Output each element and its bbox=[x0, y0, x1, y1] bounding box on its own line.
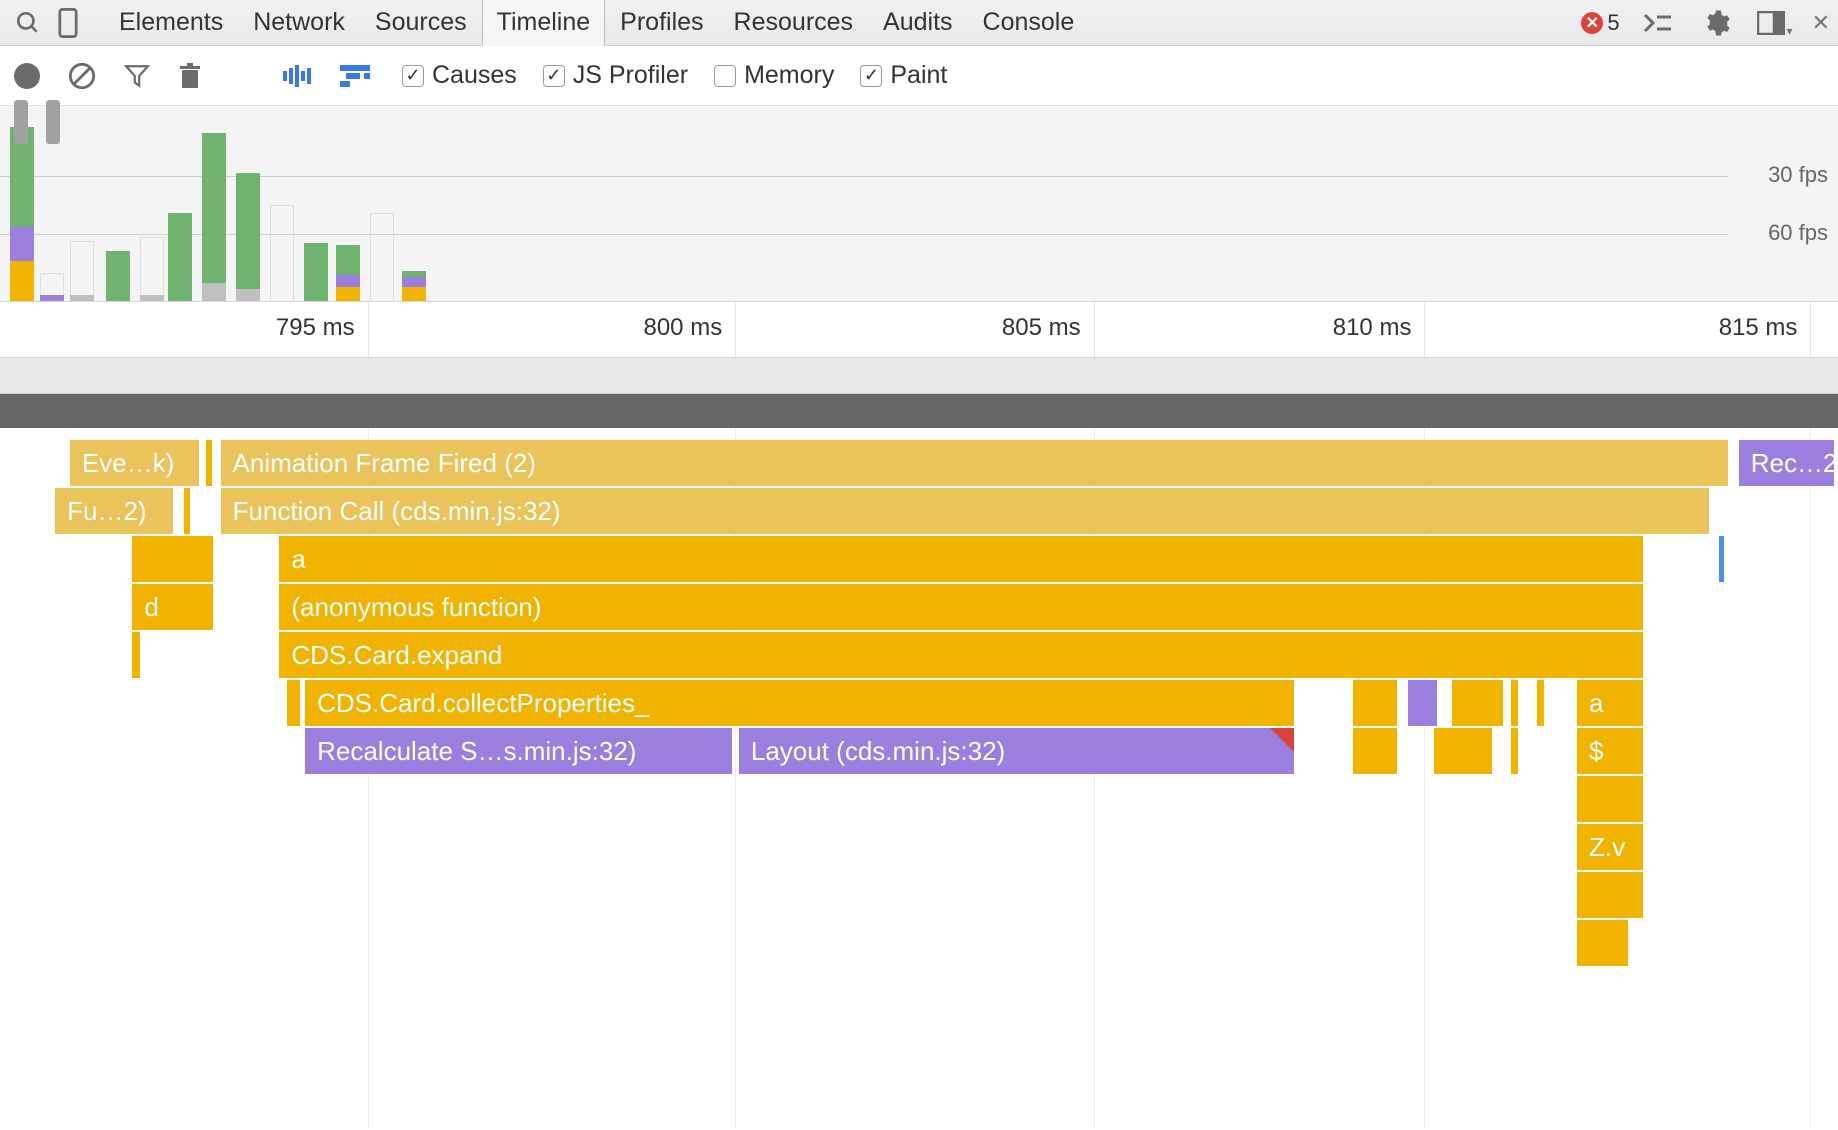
close-devtools-icon[interactable]: ✕ bbox=[1812, 10, 1830, 36]
flame-bar[interactable] bbox=[287, 680, 300, 726]
overview-range-handle[interactable] bbox=[14, 100, 28, 144]
error-icon: ✕ bbox=[1581, 12, 1603, 34]
clear-icon[interactable] bbox=[68, 62, 96, 90]
flame-bar[interactable]: Eve…k) bbox=[70, 440, 199, 486]
panel-tabs: ElementsNetworkSourcesTimelineProfilesRe… bbox=[104, 0, 1089, 46]
show-console-icon[interactable] bbox=[1638, 3, 1678, 43]
fps-label: 60 fps bbox=[1768, 220, 1828, 246]
device-mode-icon[interactable] bbox=[48, 3, 88, 43]
dock-side-icon[interactable]: ▾ bbox=[1754, 3, 1794, 43]
flamechart-view-icon[interactable] bbox=[340, 65, 374, 87]
flame-bar[interactable] bbox=[206, 440, 212, 486]
time-ruler[interactable]: 795 ms 800 ms 805 ms 810 ms 815 ms bbox=[0, 302, 1838, 358]
frames-view-icon[interactable] bbox=[282, 65, 312, 87]
flame-bar[interactable]: Function Call (cds.min.js:32) bbox=[221, 488, 1710, 534]
flame-bar[interactable] bbox=[184, 488, 190, 534]
flame-bar[interactable]: d bbox=[132, 584, 213, 630]
flame-bar[interactable] bbox=[1511, 728, 1518, 774]
tab-audits[interactable]: Audits bbox=[868, 0, 967, 46]
flame-bar[interactable]: Rec…2) bbox=[1739, 440, 1835, 486]
overview-range-handle[interactable] bbox=[46, 100, 60, 144]
flame-bar[interactable]: Fu…2) bbox=[55, 488, 173, 534]
flame-bar[interactable]: Z.v bbox=[1577, 824, 1643, 870]
ruler-tick-label: 815 ms bbox=[1719, 314, 1798, 342]
flame-bar[interactable] bbox=[1452, 680, 1503, 726]
flame-bar[interactable] bbox=[1511, 680, 1518, 726]
ruler-tick: 810 ms bbox=[1424, 302, 1425, 357]
tab-sources[interactable]: Sources bbox=[360, 0, 482, 46]
tabbar-right: ✕ 5 ▾ ✕ bbox=[1581, 3, 1830, 43]
flame-bar[interactable]: a bbox=[1577, 680, 1643, 726]
cpu-strip[interactable] bbox=[0, 394, 1838, 428]
flame-bar[interactable] bbox=[132, 632, 139, 678]
flame-bar[interactable]: Animation Frame Fired (2) bbox=[221, 440, 1728, 486]
ruler-tick-label: 810 ms bbox=[1333, 314, 1412, 342]
error-count-badge[interactable]: ✕ 5 bbox=[1581, 10, 1619, 36]
checkbox-label: JS Profiler bbox=[573, 61, 688, 90]
flame-bar[interactable] bbox=[1537, 680, 1544, 726]
flame-bar[interactable] bbox=[1577, 920, 1628, 966]
ruler-tick: 800 ms bbox=[735, 302, 736, 357]
checkbox-causes[interactable]: Causes bbox=[402, 61, 517, 90]
fps-label: 30 fps bbox=[1768, 162, 1828, 188]
checkbox-box-icon bbox=[402, 65, 424, 87]
capture-options: Causes JS Profiler Memory Paint bbox=[402, 61, 947, 90]
checkbox-label: Paint bbox=[890, 61, 947, 90]
checkbox-js-profiler[interactable]: JS Profiler bbox=[543, 61, 688, 90]
settings-gear-icon[interactable] bbox=[1696, 3, 1736, 43]
flame-bar[interactable] bbox=[1408, 680, 1437, 726]
flame-gridline bbox=[1810, 428, 1811, 1128]
checkbox-paint[interactable]: Paint bbox=[860, 61, 947, 90]
flame-bar[interactable]: $ bbox=[1577, 728, 1643, 774]
network-strip[interactable] bbox=[0, 358, 1838, 394]
error-count: 5 bbox=[1607, 10, 1619, 36]
checkbox-box-icon bbox=[543, 65, 565, 87]
flame-bar[interactable] bbox=[1719, 536, 1725, 582]
flame-bar[interactable] bbox=[1434, 728, 1493, 774]
tab-network[interactable]: Network bbox=[238, 0, 360, 46]
filter-funnel-icon[interactable] bbox=[124, 63, 150, 89]
timeline-overview[interactable]: 30 fps 60 fps bbox=[0, 106, 1838, 302]
tab-resources[interactable]: Resources bbox=[719, 0, 869, 46]
flame-bar[interactable] bbox=[1353, 728, 1397, 774]
ruler-tick: 795 ms bbox=[368, 302, 369, 357]
overview-bars bbox=[10, 106, 1718, 301]
tab-elements[interactable]: Elements bbox=[104, 0, 238, 46]
ruler-tick: 815 ms bbox=[1810, 302, 1811, 357]
flame-chart[interactable]: Eve…k) Animation Frame Fired (2)Rec…2) Fu…… bbox=[0, 428, 1838, 1128]
checkbox-box-icon bbox=[860, 65, 882, 87]
flame-bar[interactable] bbox=[1577, 872, 1643, 918]
ruler-tick-label: 805 ms bbox=[1002, 314, 1081, 342]
checkbox-memory[interactable]: Memory bbox=[714, 61, 834, 90]
ruler-tick-label: 800 ms bbox=[643, 314, 722, 342]
checkbox-label: Memory bbox=[744, 61, 834, 90]
ruler-tick-label: 795 ms bbox=[276, 314, 355, 342]
flame-bar[interactable] bbox=[1353, 680, 1397, 726]
layout-thrash-warning-icon bbox=[1270, 728, 1294, 752]
flame-bar[interactable] bbox=[132, 536, 213, 582]
flame-bar[interactable]: CDS.Card.collectProperties_ bbox=[305, 680, 1294, 726]
flame-bar[interactable]: a bbox=[279, 536, 1643, 582]
timeline-toolbar: Causes JS Profiler Memory Paint bbox=[0, 46, 1838, 106]
flame-bar[interactable] bbox=[1577, 776, 1643, 822]
checkbox-label: Causes bbox=[432, 61, 517, 90]
flame-bar[interactable]: Layout (cds.min.js:32) bbox=[739, 728, 1294, 774]
flame-bar[interactable]: CDS.Card.expand bbox=[279, 632, 1643, 678]
search-icon[interactable] bbox=[8, 3, 48, 43]
garbage-collect-icon[interactable] bbox=[178, 62, 202, 90]
devtools-tabbar: ElementsNetworkSourcesTimelineProfilesRe… bbox=[0, 0, 1838, 46]
tab-console[interactable]: Console bbox=[968, 0, 1090, 46]
flame-bar[interactable]: Recalculate S…s.min.js:32) bbox=[305, 728, 731, 774]
checkbox-box-icon bbox=[714, 65, 736, 87]
flame-bar[interactable]: (anonymous function) bbox=[279, 584, 1643, 630]
tab-timeline[interactable]: Timeline bbox=[482, 0, 606, 46]
record-button[interactable] bbox=[14, 63, 40, 89]
tab-profiles[interactable]: Profiles bbox=[605, 0, 718, 46]
ruler-tick: 805 ms bbox=[1094, 302, 1095, 357]
dock-menu-caret-icon: ▾ bbox=[1787, 24, 1793, 38]
